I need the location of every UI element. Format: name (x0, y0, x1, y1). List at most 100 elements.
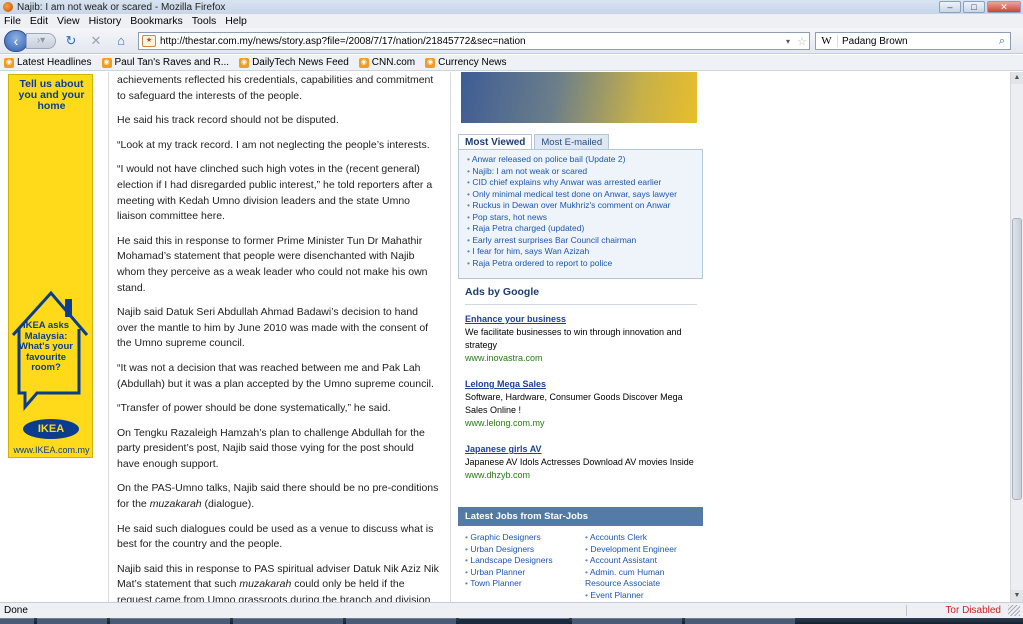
scrollbar-thumb[interactable] (1012, 218, 1022, 500)
firefox-icon (3, 2, 13, 12)
menu-view[interactable]: View (57, 15, 80, 27)
ikea-ad-question: IKEA asks Malaysia: What's your favourit… (19, 320, 73, 373)
forward-button[interactable]: ›▾ (26, 33, 56, 49)
job-link[interactable]: Account Assistant (585, 555, 698, 567)
bookmark-item[interactable]: ◉ Paul Tan's Raves and R... (101, 57, 229, 68)
article-paragraph: He said his track record should not be d… (117, 114, 339, 127)
bookmark-item[interactable]: ◉ Currency News (425, 57, 507, 68)
article-paragraph: Najib said Datuk Seri Abdullah Ahmad Bad… (117, 306, 429, 350)
ad-link[interactable]: Japanese girls AV (465, 443, 700, 456)
most-viewed-link[interactable]: Only minimal medical test done on Anwar,… (467, 189, 702, 201)
google-ad: Lelong Mega Sales Software, Hardware, Co… (465, 378, 700, 430)
most-viewed-link[interactable]: Ruckus in Dewan over Mukhriz's comment o… (467, 200, 702, 212)
article-paragraph: “I would not have clinched such high vot… (117, 163, 433, 223)
job-link[interactable]: Development Engineer (585, 544, 698, 556)
window-controls: – □ ✕ (939, 1, 1021, 13)
ikea-banner-ad[interactable]: Tell us about you and your home IKEA ask… (8, 74, 93, 458)
ads-divider (465, 304, 697, 305)
most-viewed-link[interactable]: Raja Petra ordered to report to police (467, 258, 702, 270)
menu-edit[interactable]: Edit (30, 15, 48, 27)
bookmark-item[interactable]: ◉ DailyTech News Feed (239, 57, 349, 68)
google-ad: Japanese girls AV Japanese AV Idols Actr… (465, 443, 700, 482)
tor-status[interactable]: Tor Disabled (945, 603, 1001, 618)
ikea-logo: IKEA (23, 419, 79, 439)
taskbar-button[interactable] (685, 618, 795, 624)
taskbar-button[interactable] (110, 618, 230, 624)
reload-icon: ↻ (65, 33, 77, 48)
star-jobs-box: Latest Jobs from Star-Jobs Graphic Desig… (458, 507, 703, 602)
bookmark-item[interactable]: ◉ CNN.com (358, 57, 415, 68)
job-link[interactable]: Urban Designers (465, 544, 578, 556)
most-viewed-link[interactable]: I fear for him, says Wan Azizah (467, 246, 702, 258)
job-link[interactable]: Accounts Clerk (585, 532, 698, 544)
search-engine-icon[interactable]: W (816, 35, 838, 47)
address-bar[interactable]: ★ http://thestar.com.my/news/story.asp?f… (138, 32, 810, 50)
window-title: Najib: I am not weak or scared - Mozilla… (17, 1, 226, 13)
taskbar-button[interactable] (233, 618, 343, 624)
search-go-icon[interactable]: ⌕ (994, 35, 1010, 48)
menu-tools[interactable]: Tools (192, 15, 217, 27)
scroll-up-icon[interactable]: ▲ (1011, 72, 1023, 84)
menu-bar: File Edit View History Bookmarks Tools H… (0, 14, 1023, 28)
most-viewed-box: Most Viewed Most E-mailed Anwar released… (458, 134, 703, 279)
most-viewed-link[interactable]: Anwar released on police bail (Update 2) (467, 154, 702, 166)
article-paragraph: On Tengku Razaleigh Hamzah’s plan to cha… (117, 426, 425, 470)
taskbar-button[interactable] (37, 618, 107, 624)
home-button[interactable]: ⌂ (113, 33, 129, 49)
taskbar-button[interactable] (346, 618, 456, 624)
ad-link[interactable]: Enhance your business (465, 313, 700, 326)
menu-help[interactable]: Help (225, 15, 247, 27)
job-link[interactable]: Landscape Designers (465, 555, 578, 567)
vertical-scrollbar[interactable]: ▲ ▼ (1010, 72, 1023, 602)
sidebar-banner-image[interactable] (461, 72, 697, 123)
star-jobs-title[interactable]: Latest Jobs from Star-Jobs (458, 507, 703, 526)
close-icon[interactable]: ✕ (987, 1, 1021, 13)
ad-link[interactable]: Lelong Mega Sales (465, 378, 700, 391)
stop-button[interactable]: ✕ (88, 33, 104, 49)
url-text[interactable]: http://thestar.com.my/news/story.asp?fil… (160, 36, 781, 47)
reload-button[interactable]: ↻ (63, 33, 79, 49)
most-viewed-link[interactable]: Early arrest surprises Bar Council chair… (467, 235, 702, 247)
bookmark-star-icon[interactable]: ☆ (795, 35, 809, 48)
os-taskbar (0, 618, 1023, 624)
scroll-down-icon[interactable]: ▼ (1011, 590, 1023, 602)
job-link[interactable]: Graphic Designers (465, 532, 578, 544)
job-link[interactable]: Admin. cum Human Resource Associate (585, 567, 698, 590)
maximize-icon[interactable]: □ (963, 1, 985, 13)
rss-icon: ◉ (358, 57, 369, 68)
job-link[interactable]: Town Planner (465, 578, 578, 590)
article-paragraph: “Transfer of power should be done system… (117, 402, 391, 415)
most-viewed-link[interactable]: Pop stars, hot news (467, 212, 702, 224)
search-input[interactable]: Padang Brown (838, 36, 994, 47)
back-button[interactable]: ‹ (4, 30, 28, 52)
resize-grip-icon[interactable] (1008, 605, 1020, 616)
ad-url[interactable]: www.dhzyb.com (465, 469, 700, 482)
bookmark-item[interactable]: ◉ Latest Headlines (4, 57, 92, 68)
google-ads-title[interactable]: Ads by Google (465, 286, 539, 298)
start-button[interactable] (0, 618, 34, 624)
taskbar-button[interactable] (572, 618, 682, 624)
search-bar[interactable]: W Padang Brown ⌕ (815, 32, 1011, 50)
taskbar-button-active[interactable] (459, 618, 569, 624)
most-viewed-link[interactable]: CID chief explains why Anwar was arreste… (467, 177, 702, 189)
tab-most-emailed[interactable]: Most E-mailed (534, 134, 610, 149)
url-dropdown-icon[interactable]: ▾ (781, 37, 795, 46)
ad-description: We facilitate businesses to win through … (465, 327, 682, 350)
most-viewed-link[interactable]: Raja Petra charged (updated) (467, 223, 702, 235)
article-column: achievements reflected his credentials, … (108, 72, 451, 602)
ad-url[interactable]: www.inovastra.com (465, 352, 700, 365)
menu-history[interactable]: History (89, 15, 122, 27)
menu-file[interactable]: File (4, 15, 21, 27)
star-jobs-left-column: Graphic Designers Urban Designers Landsc… (458, 532, 578, 601)
page-content: Tell us about you and your home IKEA ask… (0, 72, 1010, 602)
ad-url[interactable]: www.lelong.com.my (465, 417, 700, 430)
job-link[interactable]: Urban Planner (465, 567, 578, 579)
back-arrow-icon: ‹ (13, 33, 19, 49)
star-jobs-right-column: Accounts Clerk Development Engineer Acco… (578, 532, 698, 601)
job-link[interactable]: Event Planner (585, 590, 698, 602)
minimize-icon[interactable]: – (939, 1, 961, 13)
most-viewed-link[interactable]: Najib: I am not weak or scared (467, 166, 702, 178)
menu-bookmarks[interactable]: Bookmarks (130, 15, 183, 27)
tab-most-viewed[interactable]: Most Viewed (458, 134, 533, 149)
ad-description: Software, Hardware, Consumer Goods Disco… (465, 392, 683, 415)
